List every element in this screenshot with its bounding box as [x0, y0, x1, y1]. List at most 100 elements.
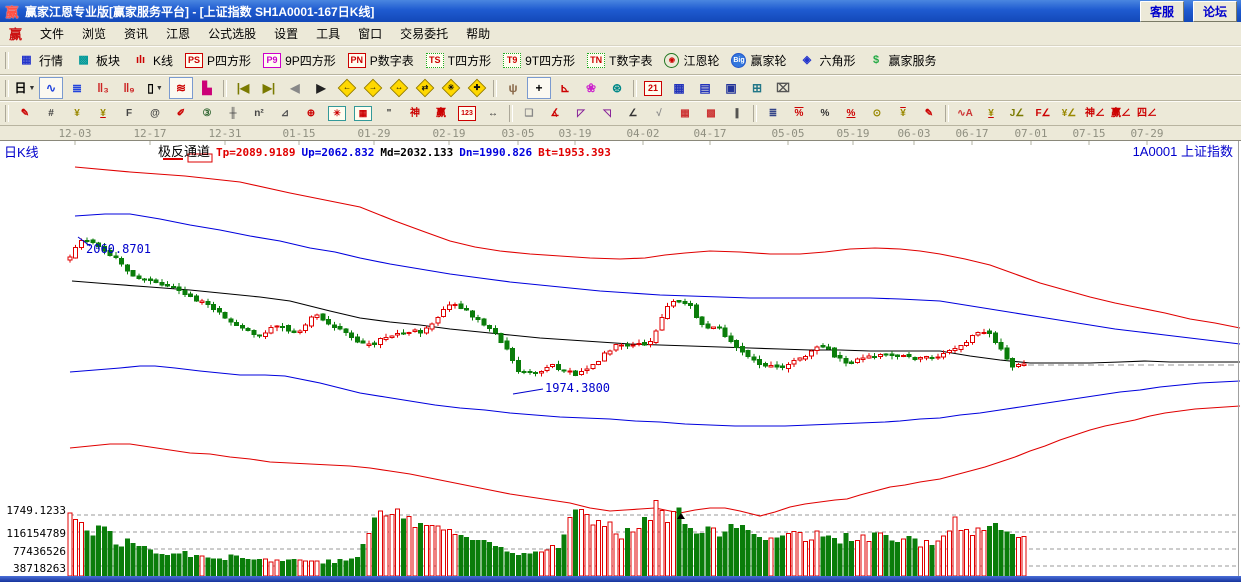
kline-chart[interactable]: 2060.8701 1974.3800 — [0, 141, 1241, 576]
menu-item-settings[interactable]: 设置 — [265, 22, 307, 45]
nav-next-icon[interactable]: ▶ — [309, 77, 333, 99]
j-angle-icon[interactable]: J∠ — [1005, 103, 1029, 125]
diamond-plus-icon[interactable]: ✚ — [465, 77, 489, 99]
trend-line-icon[interactable]: ∿ — [39, 77, 63, 99]
angle-measure-icon[interactable]: ⊾ — [553, 77, 577, 99]
bars-9-icon[interactable]: ǁ₉ — [117, 77, 141, 99]
crosshair-tool-icon[interactable]: + — [527, 77, 551, 99]
wave-aa-icon[interactable]: ∿A — [953, 103, 977, 125]
trend-angle-icon[interactable]: ∠ — [621, 103, 645, 125]
numbers-box-icon[interactable]: 123 — [455, 103, 479, 125]
candle-style-selector-icon[interactable]: ▯ ▼ — [143, 77, 167, 99]
forum-button[interactable]: 论坛 — [1192, 0, 1237, 22]
menu-item-browse[interactable]: 浏览 — [73, 22, 115, 45]
percent-icon[interactable]: % — [813, 103, 837, 125]
f-angle-icon[interactable]: F∠ — [1031, 103, 1055, 125]
pattern-tool-icon[interactable]: ≋ — [169, 77, 193, 99]
notes-icon[interactable]: ▤ — [693, 77, 717, 99]
box-handles-icon[interactable]: ❏ — [517, 103, 541, 125]
histogram-icon[interactable]: ▙ — [195, 77, 219, 99]
quote-icon[interactable]: ʺ — [377, 103, 401, 125]
target-icon[interactable]: ⊕ — [299, 103, 323, 125]
gann-wheel-button[interactable]: ◉ 江恩轮 — [658, 51, 725, 70]
nav-prev-icon[interactable]: ◀ — [283, 77, 307, 99]
bars-3-icon[interactable]: ǁ₃ — [91, 77, 115, 99]
win-tool-icon[interactable]: 赢 — [429, 103, 453, 125]
gann-circle-icon[interactable]: ③ — [195, 103, 219, 125]
customer-service-button[interactable]: 客服 — [1139, 0, 1184, 22]
width-measure-icon[interactable]: ↔ — [481, 103, 505, 125]
menu-item-tools[interactable]: 工具 — [307, 22, 349, 45]
brush-red-icon[interactable]: ✎ — [917, 103, 941, 125]
winner-wheel-button[interactable]: Big 赢家轮 — [725, 51, 792, 70]
menu-item-info[interactable]: 资讯 — [115, 22, 157, 45]
percent-top-icon[interactable]: % — [787, 103, 811, 125]
sectors-button[interactable]: ▩ 板块 — [69, 51, 126, 70]
workstation-icon[interactable]: ⌧ — [771, 77, 795, 99]
percent-line-icon[interactable]: % — [839, 103, 863, 125]
diamond-lr-icon[interactable]: ↔ — [387, 77, 411, 99]
shen-angle-icon[interactable]: 神∠ — [1083, 103, 1107, 125]
nav-first-icon[interactable]: |◀ — [231, 77, 255, 99]
diamond-swap-icon[interactable]: ⇄ — [413, 77, 437, 99]
market-quotes-button[interactable]: ▦ 行情 — [12, 51, 69, 70]
calendar-21-icon[interactable]: 21 — [641, 77, 665, 99]
menu-item-file[interactable]: 文件 — [31, 22, 73, 45]
menu-item-window[interactable]: 窗口 — [349, 22, 391, 45]
n-square-icon[interactable]: n² — [247, 103, 271, 125]
winner-service-button[interactable]: $ 赢家服务 — [862, 51, 943, 70]
menu-item-formula-select[interactable]: 公式选股 — [199, 22, 265, 45]
info-panel-icon[interactable]: ≣ — [65, 77, 89, 99]
calculator-icon[interactable]: ▦ — [667, 77, 691, 99]
indicator-name[interactable]: 极反通道 — [158, 141, 210, 160]
9p-square-button[interactable]: P9 9P四方形 — [257, 51, 342, 70]
parallel-lines-icon[interactable]: ∥ — [725, 103, 749, 125]
four-angle-icon[interactable]: 四∠ — [1135, 103, 1159, 125]
fan-box2-icon[interactable]: ◹ — [595, 103, 619, 125]
period-day-selector-icon[interactable]: 日 ▼ — [13, 77, 37, 99]
fan-box1-icon[interactable]: ◸ — [569, 103, 593, 125]
chart-panel[interactable]: 2060.8701 1974.3800 日K线 极反通道 Tp=2089.9189… — [0, 141, 1241, 576]
brush-icon[interactable]: ✎ — [13, 103, 37, 125]
fibonacci-icon[interactable]: F — [117, 103, 141, 125]
hexagon-button[interactable]: ◈ 六角形 — [793, 51, 862, 70]
v-check-icon[interactable]: √ — [647, 103, 671, 125]
gann-lines-icon[interactable]: # — [39, 103, 63, 125]
diamond-left-icon[interactable]: ← — [335, 77, 359, 99]
gold-angle-icon[interactable]: ¥∠ — [1057, 103, 1081, 125]
gann-fan-icon[interactable]: ∡ — [543, 103, 567, 125]
menu-item-help[interactable]: 帮助 — [457, 22, 499, 45]
net-share-icon[interactable]: ⊞ — [745, 77, 769, 99]
grid-red-icon[interactable]: ▦ — [673, 103, 697, 125]
menu-item-trade[interactable]: 交易委托 — [391, 22, 457, 45]
hand-tool-icon[interactable]: ψ — [501, 77, 525, 99]
menu-item-gann[interactable]: 江恩 — [157, 22, 199, 45]
t-number-button[interactable]: TN T数字表 — [581, 51, 658, 70]
gold-lines-icon[interactable]: ¥ — [891, 103, 915, 125]
golden-section-icon[interactable]: ¥ — [65, 103, 89, 125]
grid-box-icon[interactable]: ▦ — [351, 103, 375, 125]
golden-section2-icon[interactable]: ¥ — [91, 103, 115, 125]
ruler-lines-icon[interactable]: ╫ — [221, 103, 245, 125]
t-square-button[interactable]: TS T四方形 — [420, 51, 497, 70]
star-box-icon[interactable]: ✳ — [325, 103, 349, 125]
brush2-icon[interactable]: ✐ — [169, 103, 193, 125]
angle-mirror-icon[interactable]: ⊿ — [273, 103, 297, 125]
gold-circle-icon[interactable]: ⊙ — [865, 103, 889, 125]
p-number-button[interactable]: PN P数字表 — [342, 51, 420, 70]
levels-icon[interactable]: ≣ — [761, 103, 785, 125]
shen-tool-icon[interactable]: 神 — [403, 103, 427, 125]
kline-button[interactable]: ılı K线 — [126, 51, 179, 70]
nav-last-icon[interactable]: ▶| — [257, 77, 281, 99]
p-square-button[interactable]: PS P四方形 — [179, 51, 257, 70]
gann-flower-tool-icon[interactable]: ❀ — [579, 77, 603, 99]
save-icon[interactable]: ▣ — [719, 77, 743, 99]
diamond-star-icon[interactable]: ✳ — [439, 77, 463, 99]
9t-square-button[interactable]: T9 9T四方形 — [497, 51, 581, 70]
spiral-icon[interactable]: @ — [143, 103, 167, 125]
diamond-right-icon[interactable]: → — [361, 77, 385, 99]
network-icon[interactable]: ⊛ — [605, 77, 629, 99]
gold-underline-icon[interactable]: ¥ — [979, 103, 1003, 125]
grid-red2-icon[interactable]: ▩ — [699, 103, 723, 125]
win-angle-icon[interactable]: 赢∠ — [1109, 103, 1133, 125]
